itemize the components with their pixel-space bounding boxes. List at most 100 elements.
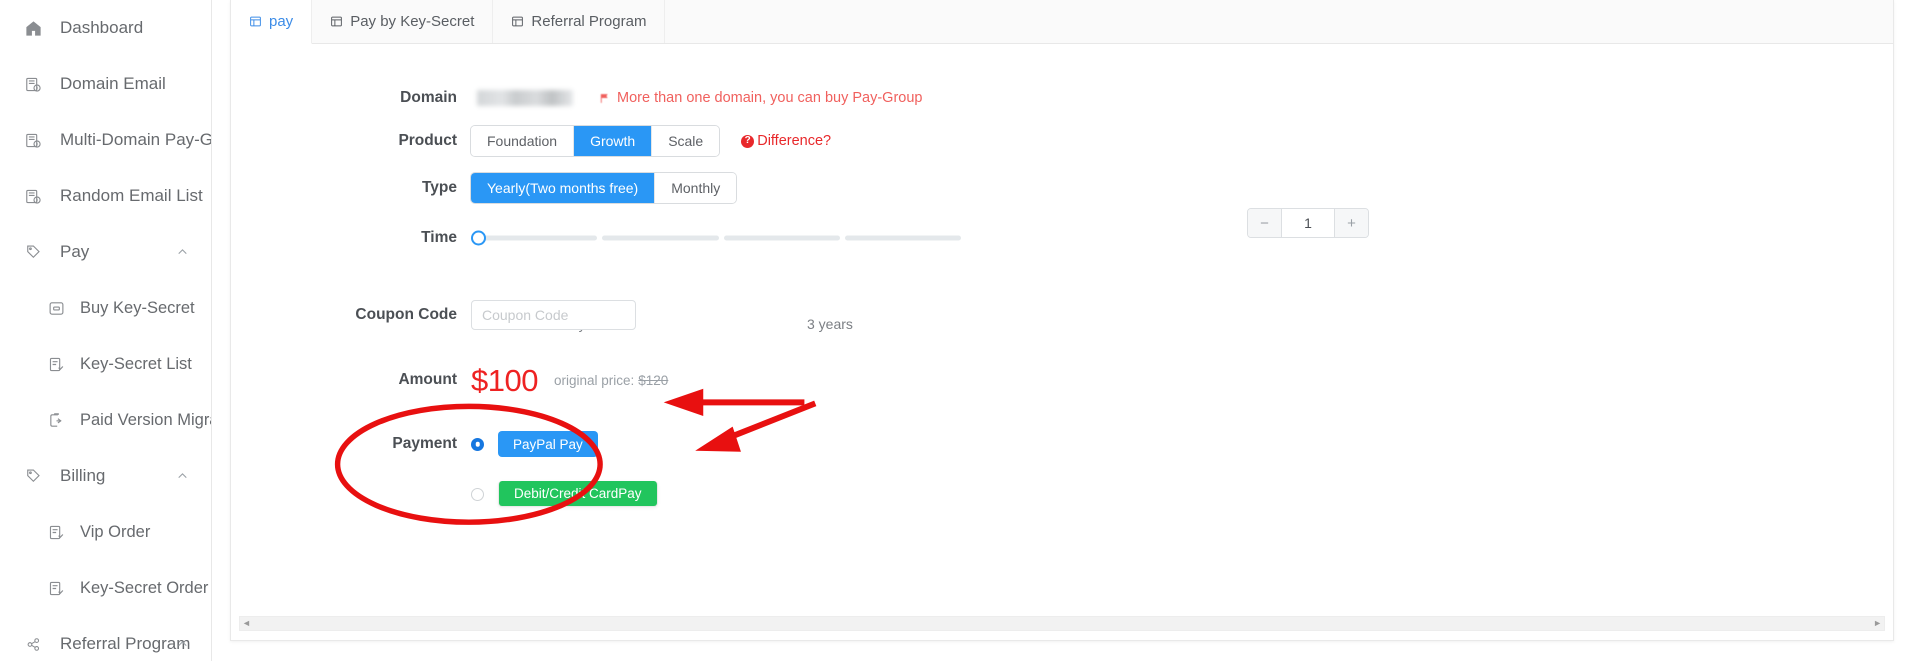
main-content: pay Pay by Key-Secret Referral Program D… xyxy=(212,0,1914,661)
form-row-payment-card: Debit/Credit CardPay xyxy=(231,472,1893,516)
difference-link[interactable]: ? Difference? xyxy=(741,133,831,149)
sidebar-item-label: Referral Program xyxy=(60,634,191,653)
amount-label: Amount xyxy=(398,371,457,388)
product-option-foundation[interactable]: Foundation xyxy=(471,126,575,156)
amount-original-prefix: original price: xyxy=(553,372,635,388)
table-icon xyxy=(249,15,262,28)
sidebar-item-label: Pay xyxy=(60,242,90,261)
stepper-increment-button[interactable]: + xyxy=(1334,209,1368,237)
form-row-payment-paypal: Payment PayPal Pay xyxy=(231,422,1893,466)
pay-form: Domain More than one domain, you can buy… xyxy=(231,44,1893,516)
paypal-pay-button[interactable]: PayPal Pay xyxy=(498,431,598,457)
sidebar-item-label: Random Email List xyxy=(60,186,203,205)
product-label: Product xyxy=(398,132,457,149)
time-slider-handle[interactable] xyxy=(471,230,486,246)
sidebar-item-pay[interactable]: Pay xyxy=(0,224,211,280)
question-circle-icon: ? xyxy=(741,134,755,148)
form-row-product: Product Foundation Growth Scale ? Differ… xyxy=(231,118,1893,164)
migration-icon xyxy=(46,409,66,431)
sidebar-item-label: Billing xyxy=(60,466,106,485)
domain-label: Domain xyxy=(400,89,457,106)
type-option-monthly[interactable]: Monthly xyxy=(655,173,737,203)
form-row-type: Type Yearly(Two months free) Monthly xyxy=(231,164,1893,212)
list-icon xyxy=(46,577,66,599)
sidebar-item-label: Buy Key-Secret xyxy=(80,298,195,317)
chevron-up-icon[interactable] xyxy=(176,246,189,259)
table-icon xyxy=(330,15,343,28)
payment-radio-card[interactable] xyxy=(471,487,484,501)
difference-link-label: Difference? xyxy=(757,133,832,149)
sidebar-item-label: Vip Order xyxy=(80,522,151,541)
sidebar-item-billing[interactable]: Billing xyxy=(0,448,211,504)
sidebar-item-referral-program[interactable]: Referral Program xyxy=(0,616,211,661)
type-option-group: Yearly(Two months free) Monthly xyxy=(471,173,737,203)
sidebar-item-multi-domain-pay-group[interactable]: Multi-Domain Pay-Group xyxy=(0,112,211,168)
table-icon xyxy=(511,15,524,28)
domain-note: More than one domain, you can buy Pay-Gr… xyxy=(599,90,922,106)
chevron-up-icon[interactable] xyxy=(176,470,189,483)
time-slider[interactable] xyxy=(471,227,961,249)
sidebar-item-label: Dashboard xyxy=(60,18,144,37)
sidebar-item-label: Key-Secret List xyxy=(80,354,192,373)
time-label: Time xyxy=(421,229,457,246)
sidebar-item-key-secret-list[interactable]: Key-Secret List xyxy=(0,336,211,392)
tab-pay-by-key-secret[interactable]: Pay by Key-Secret xyxy=(312,0,494,43)
sidebar-item-domain-email[interactable]: Domain Email xyxy=(0,56,211,112)
tab-label: Referral Program xyxy=(531,13,647,30)
stepper-decrement-button[interactable]: − xyxy=(1248,209,1282,237)
sidebar-item-label: Paid Version Migration xyxy=(80,410,211,429)
tab-label: pay xyxy=(269,13,294,30)
tab-pay[interactable]: pay xyxy=(231,0,313,44)
time-slider-segment xyxy=(844,235,961,241)
product-option-scale[interactable]: Scale xyxy=(652,126,720,156)
chevron-up-icon[interactable] xyxy=(176,638,189,651)
coupon-label: Coupon Code xyxy=(355,306,457,323)
sidebar-item-vip-order[interactable]: Vip Order xyxy=(0,504,211,560)
debit-credit-card-pay-button[interactable]: Debit/Credit CardPay xyxy=(498,481,658,507)
form-row-coupon: Coupon Code xyxy=(231,294,1893,336)
tag-icon xyxy=(22,465,44,487)
sidebar-item-dashboard[interactable]: Dashboard xyxy=(0,0,211,56)
coupon-code-input[interactable] xyxy=(471,300,636,330)
list-icon xyxy=(46,353,66,375)
form-row-domain: Domain More than one domain, you can buy… xyxy=(231,78,1893,118)
sidebar-item-key-secret-order[interactable]: Key-Secret Order xyxy=(0,560,211,616)
page-root: Dashboard Domain Email Multi-Domain Pay-… xyxy=(0,0,1914,661)
time-slider-segment xyxy=(481,235,598,241)
list-icon xyxy=(46,521,66,543)
sidebar-item-label: Key-Secret Order xyxy=(80,578,209,597)
tag-icon xyxy=(22,241,44,263)
time-slider-segment xyxy=(723,235,840,241)
type-option-yearly[interactable]: Yearly(Two months free) xyxy=(471,173,656,203)
scroll-right-arrow-icon[interactable]: ► xyxy=(1873,619,1882,628)
domain-note-text: More than one domain, you can buy Pay-Gr… xyxy=(617,90,923,106)
sidebar-item-label: Multi-Domain Pay-Group xyxy=(60,130,212,149)
sidebar-item-paid-version-migration[interactable]: Paid Version Migration xyxy=(0,392,211,448)
sidebar: Dashboard Domain Email Multi-Domain Pay-… xyxy=(0,0,212,661)
tab-referral-program[interactable]: Referral Program xyxy=(493,0,666,43)
amount-value: $100 xyxy=(471,362,538,398)
mail-domain-icon xyxy=(22,185,44,207)
product-option-growth[interactable]: Growth xyxy=(574,126,653,156)
form-row-amount: Amount $100 original price: $120 xyxy=(231,356,1893,404)
stepper-value[interactable]: 1 xyxy=(1282,209,1334,237)
sidebar-item-label: Domain Email xyxy=(60,74,166,93)
time-slider-track xyxy=(481,235,961,241)
payment-label: Payment xyxy=(392,435,457,452)
home-icon xyxy=(22,17,44,39)
domain-value-redacted xyxy=(477,90,573,106)
payment-radio-paypal[interactable] xyxy=(471,437,484,451)
form-row-time: Time − 1 + xyxy=(231,208,1893,258)
sidebar-item-buy-key-secret[interactable]: Buy Key-Secret xyxy=(0,280,211,336)
sidebar-item-random-email-list[interactable]: Random Email List xyxy=(0,168,211,224)
scroll-left-arrow-icon[interactable]: ◄ xyxy=(242,619,251,628)
mail-domain-icon xyxy=(22,73,44,95)
flag-icon xyxy=(599,92,612,105)
amount-original-price: $120 xyxy=(638,372,669,388)
time-quantity-stepper: − 1 + xyxy=(1247,208,1369,238)
amount-original: original price: $120 xyxy=(554,373,668,388)
key-box-icon xyxy=(46,297,66,319)
horizontal-scrollbar[interactable]: ◄ ► xyxy=(239,616,1885,631)
mail-domain-icon xyxy=(22,129,44,151)
product-option-group: Foundation Growth Scale xyxy=(471,126,720,156)
